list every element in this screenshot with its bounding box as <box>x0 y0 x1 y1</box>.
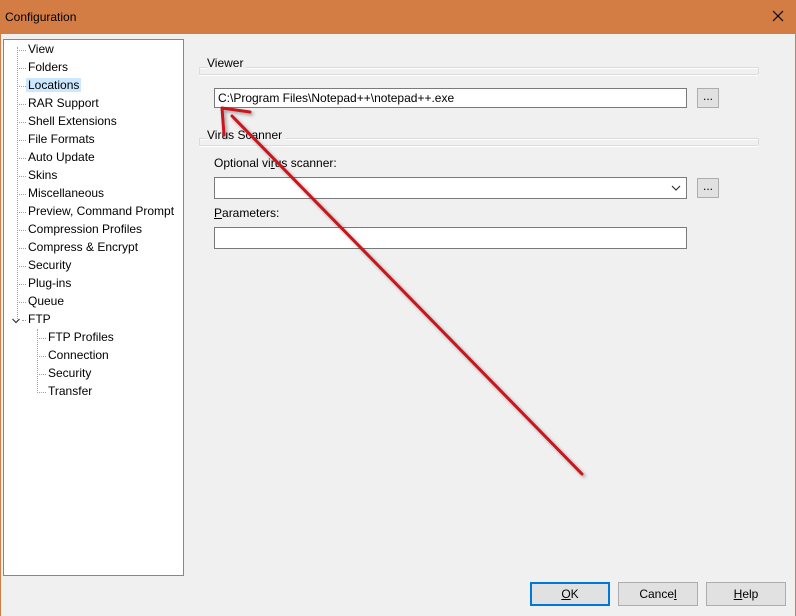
tree-item-ftp-profiles[interactable]: FTP Profiles <box>46 329 116 346</box>
tree-connector <box>17 176 26 177</box>
viewer-group-line <box>199 67 758 69</box>
window-border-left <box>0 34 1 616</box>
tree-connector <box>37 338 46 339</box>
window-title: Configuration <box>5 10 77 24</box>
viewer-group-line-bottom <box>199 74 758 76</box>
virus-group-edge-right <box>758 138 759 145</box>
ok-button[interactable]: OK <box>530 582 610 606</box>
tree-connector <box>37 374 46 375</box>
tree-item-compress-encrypt[interactable]: Compress & Encrypt <box>26 239 140 256</box>
tree-item-security[interactable]: Security <box>26 257 73 274</box>
tree-connector <box>37 356 46 357</box>
tree-connector <box>17 140 26 141</box>
virus-group-edge-left <box>199 138 200 145</box>
tree-connector <box>17 212 26 213</box>
tree-item-ftp-security[interactable]: Security <box>46 365 93 382</box>
viewer-path-input[interactable]: C:\Program Files\Notepad++\notepad++.exe <box>214 88 687 108</box>
tree-item-ftp[interactable]: FTP <box>26 311 53 328</box>
tree-item-folders[interactable]: Folders <box>26 59 70 76</box>
parameters-label: Parameters: <box>214 206 280 220</box>
close-icon[interactable] <box>768 6 788 26</box>
tree-connector <box>17 158 26 159</box>
tree-item-rar-support[interactable]: RAR Support <box>26 95 101 112</box>
virus-scanner-label: Optional virus scanner: <box>214 156 337 170</box>
cancel-button[interactable]: Cancel <box>618 582 698 606</box>
tree-item-connection[interactable]: Connection <box>46 347 111 364</box>
tree-item-view[interactable]: View <box>26 41 56 58</box>
tree-item-skins[interactable]: Skins <box>26 167 59 184</box>
tree-connector <box>17 302 26 303</box>
tree-connector <box>17 50 26 51</box>
virus-group-line-bottom <box>199 145 758 147</box>
chevron-down-icon[interactable] <box>11 316 21 326</box>
tree-item-shell-extensions[interactable]: Shell Extensions <box>26 113 119 130</box>
tree-connector <box>17 284 26 285</box>
help-button[interactable]: Help <box>706 582 786 606</box>
tree-connector <box>17 230 26 231</box>
tree-item-plug-ins[interactable]: Plug-ins <box>26 275 73 292</box>
tree-item-preview-command-prompt[interactable]: Preview, Command Prompt <box>26 203 176 220</box>
tree-connector <box>17 266 26 267</box>
virus-scanner-browse-button[interactable]: ... <box>697 178 719 198</box>
tree-connector <box>17 68 26 69</box>
tree-item-queue[interactable]: Queue <box>26 293 66 310</box>
viewer-group-edge-left <box>199 67 200 74</box>
settings-tree[interactable]: View Folders Locations RAR Support Shell… <box>3 39 184 576</box>
tree-item-compression-profiles[interactable]: Compression Profiles <box>26 221 144 238</box>
tree-item-file-formats[interactable]: File Formats <box>26 131 97 148</box>
tree-item-miscellaneous[interactable]: Miscellaneous <box>26 185 106 202</box>
parameters-input[interactable] <box>214 227 687 249</box>
virus-group-label: Virus Scanner <box>207 128 286 142</box>
viewer-browse-button[interactable]: ... <box>697 88 719 108</box>
tree-item-auto-update[interactable]: Auto Update <box>26 149 97 166</box>
tree-connector <box>17 194 26 195</box>
tree-item-transfer[interactable]: Transfer <box>46 383 94 400</box>
tree-connector <box>17 122 26 123</box>
virus-scanner-select[interactable] <box>214 177 687 199</box>
tree-connector <box>17 248 26 249</box>
tree-connector <box>17 104 26 105</box>
tree-line <box>17 47 18 321</box>
tree-connector <box>37 392 46 393</box>
chevron-down-icon <box>671 185 681 191</box>
title-bar: Configuration <box>0 0 796 34</box>
viewer-group-label: Viewer <box>207 56 247 70</box>
tree-item-locations[interactable]: Locations <box>26 77 82 94</box>
tree-connector <box>17 86 26 87</box>
viewer-group-edge-right <box>758 67 759 74</box>
